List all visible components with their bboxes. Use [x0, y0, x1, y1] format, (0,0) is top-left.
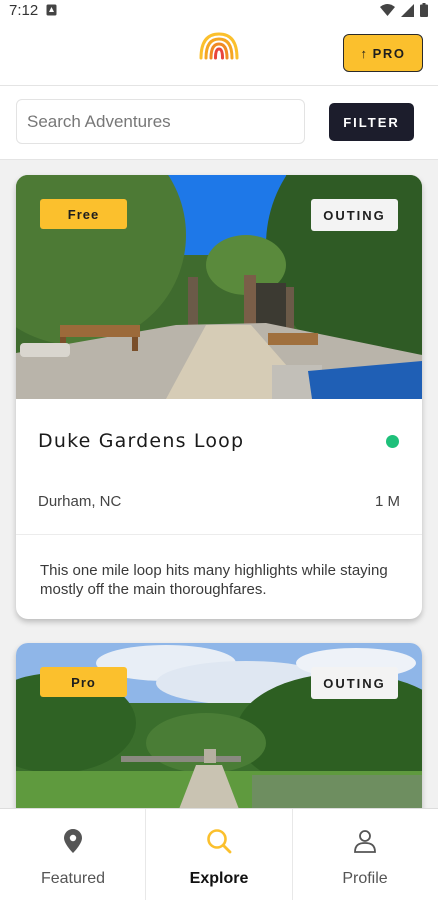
app-logo-icon [199, 32, 239, 60]
nav-explore-label: Explore [189, 870, 249, 887]
type-badge: OUTING [311, 199, 398, 231]
price-badge: Free [40, 199, 127, 229]
adventure-distance: 1 M [374, 493, 400, 510]
app-header: ↑ PRO [0, 20, 438, 86]
signal-icon [401, 3, 414, 17]
nav-profile[interactable]: Profile [292, 809, 438, 900]
search-input[interactable] [16, 99, 305, 144]
adventure-title: Duke Gardens Loop [38, 430, 245, 452]
price-badge: Pro [40, 667, 127, 697]
pro-button-label: PRO [372, 45, 406, 61]
nav-explore[interactable]: Explore [146, 809, 292, 900]
location-pin-icon [64, 829, 82, 853]
adventure-card[interactable]: Free OUTING Duke Gardens Loop Durham, NC… [16, 175, 422, 619]
filter-button[interactable]: FILTER [329, 103, 414, 141]
card-info: Duke Gardens Loop Durham, NC 1 M [16, 399, 422, 535]
adventure-location: Durham, NC [38, 493, 122, 510]
nav-profile-label: Profile [342, 870, 388, 887]
search-bar: FILTER [0, 86, 438, 160]
status-time: 7:12 [9, 1, 39, 19]
type-badge: OUTING [311, 667, 398, 699]
nav-featured[interactable]: Featured [0, 809, 146, 900]
battery-icon [420, 3, 428, 17]
status-bar: 7:12 [0, 0, 438, 20]
upgrade-pro-button[interactable]: ↑ PRO [343, 34, 423, 72]
adventure-list[interactable]: Free OUTING Duke Gardens Loop Durham, NC… [0, 160, 438, 808]
notification-icon [46, 4, 57, 16]
adventure-description: This one mile loop hits many highlights … [40, 562, 388, 598]
wifi-icon [380, 4, 395, 16]
arrow-up-icon: ↑ [360, 45, 369, 61]
bottom-nav: Featured Explore Profile [0, 808, 438, 900]
person-icon [354, 830, 376, 853]
status-indicator [386, 435, 399, 448]
adventure-photo: Free OUTING [16, 175, 422, 399]
adventure-photo: Pro OUTING [16, 643, 422, 808]
adventure-card[interactable]: Pro OUTING [16, 643, 422, 808]
nav-featured-label: Featured [40, 870, 106, 887]
search-icon [207, 829, 232, 854]
